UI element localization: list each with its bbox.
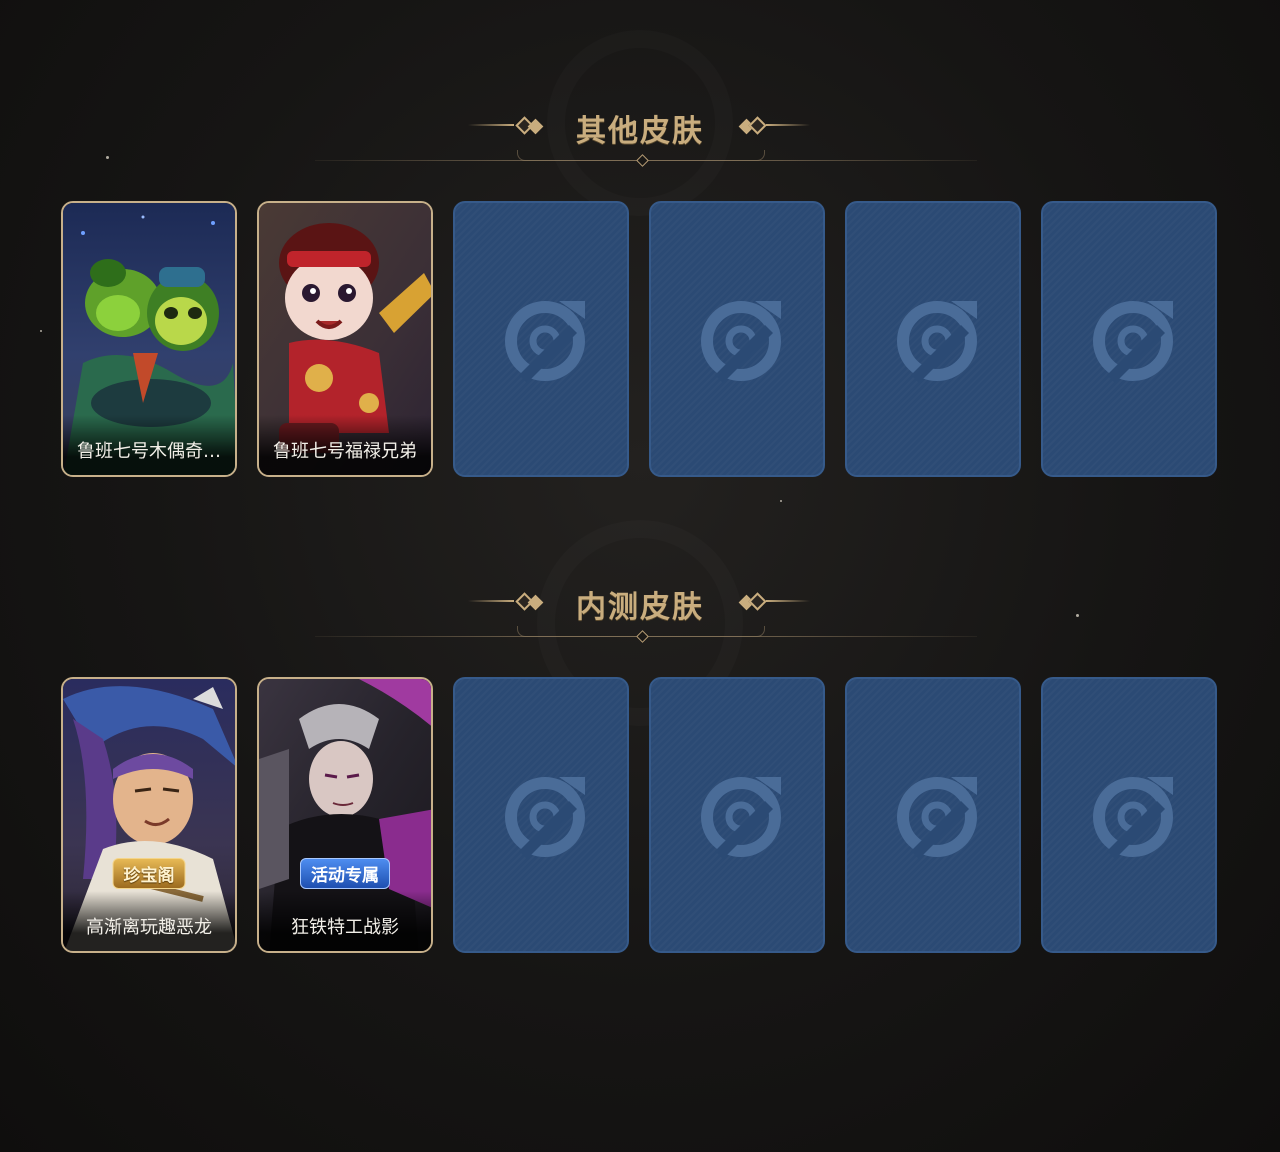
swirl-emblem-icon bbox=[505, 301, 585, 383]
background-speck bbox=[40, 330, 42, 332]
empty-skin-slot bbox=[649, 201, 825, 477]
swirl-emblem-icon bbox=[897, 777, 977, 859]
swirl-emblem-icon bbox=[1093, 777, 1173, 859]
background-speck bbox=[780, 500, 782, 502]
skin-name: 狂铁特工战影 bbox=[291, 917, 399, 938]
treasure-pavilion-badge: 珍宝阁 bbox=[112, 858, 186, 889]
skin-card[interactable]: 鲁班七号木偶奇… bbox=[61, 201, 237, 477]
skin-name: 高渐离玩趣恶龙 bbox=[86, 917, 212, 938]
empty-skin-slot bbox=[845, 677, 1021, 953]
swirl-emblem-icon bbox=[897, 301, 977, 383]
skin-name: 鲁班七号福禄兄弟 bbox=[273, 441, 417, 462]
swirl-emblem-icon bbox=[701, 777, 781, 859]
swirl-emblem-icon bbox=[1093, 301, 1173, 383]
skin-card[interactable]: 活动专属 狂铁特工战影 bbox=[257, 677, 433, 953]
title-ornament-line bbox=[766, 600, 810, 602]
skin-name: 鲁班七号木偶奇… bbox=[77, 441, 221, 462]
section-title: 其他皮肤 bbox=[576, 114, 704, 149]
swirl-emblem-icon bbox=[701, 301, 781, 383]
empty-skin-slot bbox=[649, 677, 825, 953]
skin-card[interactable]: 鲁班七号福禄兄弟 bbox=[257, 201, 433, 477]
swirl-emblem-icon bbox=[505, 777, 585, 859]
empty-skin-slot bbox=[1041, 677, 1217, 953]
title-ornament-line bbox=[766, 124, 810, 126]
section-header-other-skins: 其他皮肤 bbox=[0, 106, 1280, 186]
empty-skin-slot bbox=[453, 201, 629, 477]
skin-card[interactable]: 珍宝阁 高渐离玩趣恶龙 bbox=[61, 677, 237, 953]
empty-skin-slot bbox=[845, 201, 1021, 477]
empty-skin-slot bbox=[1041, 201, 1217, 477]
event-exclusive-badge: 活动专属 bbox=[300, 858, 390, 889]
empty-skin-slot bbox=[453, 677, 629, 953]
section-header-beta-skins: 内测皮肤 bbox=[0, 582, 1280, 662]
section-title: 内测皮肤 bbox=[576, 590, 704, 625]
